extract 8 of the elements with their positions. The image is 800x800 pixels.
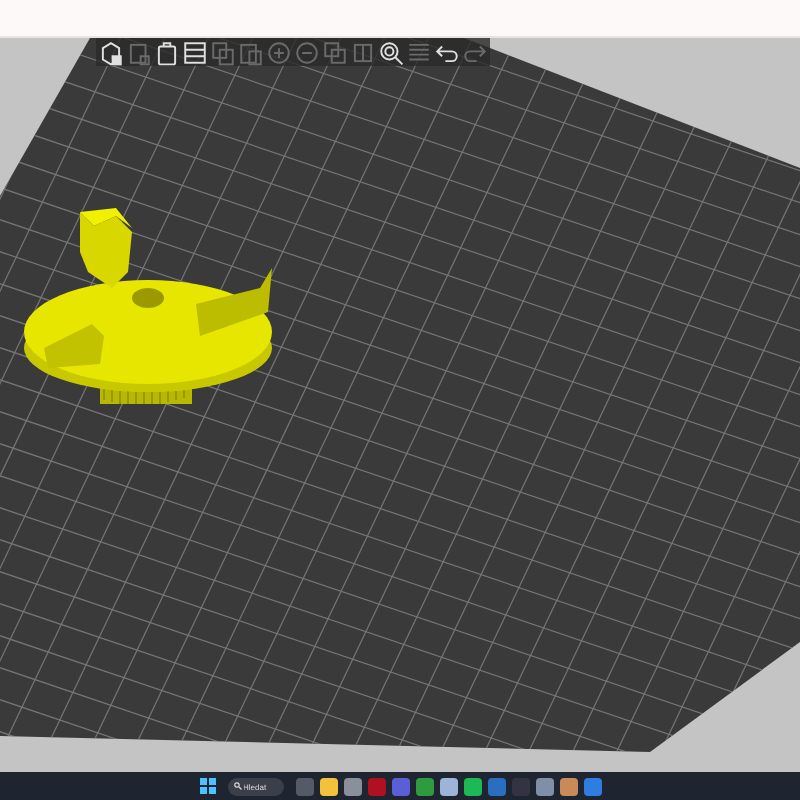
search-icon: [233, 782, 241, 790]
search-button[interactable]: [378, 39, 404, 65]
add-button[interactable]: [98, 39, 124, 65]
start-icon[interactable]: [199, 778, 215, 794]
arrange-button[interactable]: [182, 39, 208, 65]
app-icon[interactable]: [415, 777, 433, 795]
delete-all-button[interactable]: [154, 39, 180, 65]
app-icon[interactable]: [583, 777, 601, 795]
